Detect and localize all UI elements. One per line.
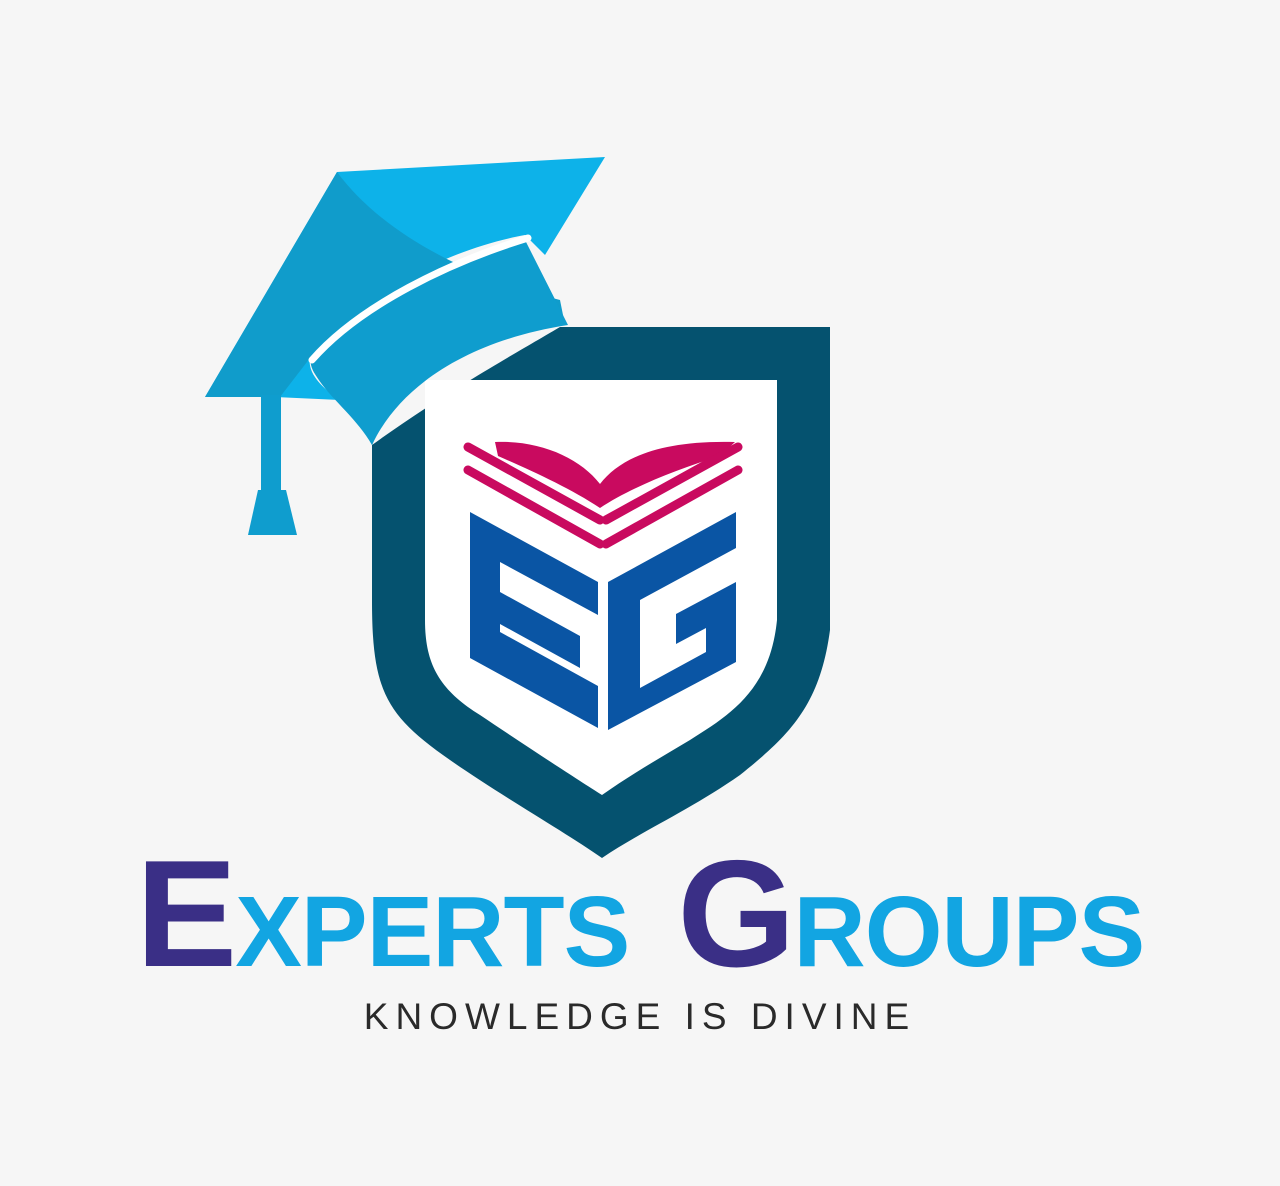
brand-name: EXPERTS GROUPS <box>0 838 1280 990</box>
logo-canvas: EXPERTS GROUPS KNOWLEDGE IS DIVINE <box>0 0 1280 1186</box>
shield-icon <box>372 327 830 858</box>
brand-initial-e: E <box>135 829 237 999</box>
brand-rest-xperts: XPERTS <box>235 876 630 988</box>
brand-rest-roups: ROUPS <box>793 876 1146 988</box>
brand-initial-g: G <box>677 829 795 999</box>
tagline: KNOWLEDGE IS DIVINE <box>363 996 917 1037</box>
brand-word-groups: GROUPS <box>677 838 1146 990</box>
tassel-cord <box>261 395 281 495</box>
cap-tassel-icon <box>248 395 297 535</box>
brand-word-experts: EXPERTS <box>136 838 631 990</box>
tassel-end <box>248 490 297 535</box>
